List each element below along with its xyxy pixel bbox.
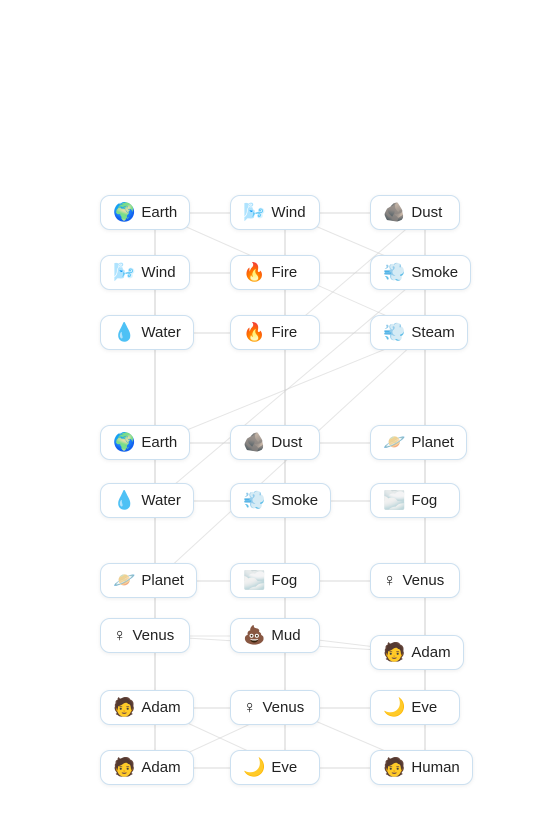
- node-emoji: 🌬️: [113, 262, 135, 283]
- node-emoji: ♀: [113, 625, 127, 646]
- node-smoke-n14[interactable]: 💨 Smoke: [230, 483, 331, 518]
- node-water-n13[interactable]: 💧 Water: [100, 483, 194, 518]
- node-wind-n2[interactable]: 🌬️ Wind: [230, 195, 320, 230]
- node-steam-n9[interactable]: 💨 Steam: [370, 315, 468, 350]
- node-eve-n24[interactable]: 🌙 Eve: [370, 690, 460, 725]
- node-eve-n26[interactable]: 🌙 Eve: [230, 750, 320, 785]
- node-emoji: 🧑: [113, 697, 135, 718]
- node-label: Water: [141, 324, 180, 341]
- node-label: Planet: [411, 434, 454, 451]
- node-emoji: 🧑: [113, 757, 135, 778]
- node-emoji: 🔥: [243, 322, 265, 343]
- node-emoji: 🌙: [383, 697, 405, 718]
- node-water-n7[interactable]: 💧 Water: [100, 315, 194, 350]
- node-label: Venus: [263, 699, 305, 716]
- node-smoke-n6[interactable]: 💨 Smoke: [370, 255, 471, 290]
- node-wind-n4[interactable]: 🌬️ Wind: [100, 255, 190, 290]
- node-mud-n20[interactable]: 💩 Mud: [230, 618, 320, 653]
- node-adam-n21[interactable]: 🧑 Adam: [370, 635, 464, 670]
- node-label: Earth: [141, 434, 177, 451]
- node-planet-n12[interactable]: 🪐 Planet: [370, 425, 467, 460]
- node-emoji: 💧: [113, 490, 135, 511]
- node-label: Venus: [403, 572, 445, 589]
- node-emoji: 🌫️: [383, 490, 405, 511]
- node-label: Dust: [411, 204, 442, 221]
- node-emoji: 🌬️: [243, 202, 265, 223]
- node-label: Venus: [133, 627, 175, 644]
- node-label: Eve: [411, 699, 437, 716]
- node-label: Dust: [271, 434, 302, 451]
- node-human-n27[interactable]: 🧑 Human: [370, 750, 473, 785]
- node-label: Steam: [411, 324, 454, 341]
- node-adam-n25[interactable]: 🧑 Adam: [100, 750, 194, 785]
- node-emoji: 💧: [113, 322, 135, 343]
- node-emoji: 🔥: [243, 262, 265, 283]
- node-venus-n23[interactable]: ♀ Venus: [230, 690, 320, 725]
- node-label: Water: [141, 492, 180, 509]
- node-earth-n10[interactable]: 🌍 Earth: [100, 425, 190, 460]
- node-emoji: 🌫️: [243, 570, 265, 591]
- node-label: Earth: [141, 204, 177, 221]
- nodes-container: 🌍 Earth 🌬️ Wind 🪨 Dust 🌬️ Wind 🔥 Fire 💨 Smoke 💧 Water…: [0, 0, 559, 825]
- node-emoji: 💩: [243, 625, 265, 646]
- node-dust-n11[interactable]: 🪨 Dust: [230, 425, 320, 460]
- node-label: Fire: [271, 324, 297, 341]
- node-emoji: 🧑: [383, 757, 405, 778]
- node-emoji: 💨: [243, 490, 265, 511]
- node-fog-n15[interactable]: 🌫️ Fog: [370, 483, 460, 518]
- node-emoji: 🪐: [383, 432, 405, 453]
- node-label: Fog: [411, 492, 437, 509]
- node-emoji: 🧑: [383, 642, 405, 663]
- node-emoji: ♀: [383, 570, 397, 591]
- node-venus-n19[interactable]: ♀ Venus: [100, 618, 190, 653]
- node-emoji: ♀: [243, 697, 257, 718]
- node-label: Mud: [271, 627, 300, 644]
- node-label: Wind: [271, 204, 305, 221]
- node-label: Smoke: [411, 264, 458, 281]
- node-emoji: 🪐: [113, 570, 135, 591]
- node-venus-n18[interactable]: ♀ Venus: [370, 563, 460, 598]
- node-label: Fog: [271, 572, 297, 589]
- node-emoji: 🌍: [113, 202, 135, 223]
- node-emoji: 🪨: [383, 202, 405, 223]
- node-label: Wind: [141, 264, 175, 281]
- node-label: Adam: [141, 759, 180, 776]
- node-adam-n22[interactable]: 🧑 Adam: [100, 690, 194, 725]
- node-emoji: 🪨: [243, 432, 265, 453]
- node-emoji: 💨: [383, 322, 405, 343]
- node-label: Adam: [411, 644, 450, 661]
- node-fire-n8[interactable]: 🔥 Fire: [230, 315, 320, 350]
- node-earth-n1[interactable]: 🌍 Earth: [100, 195, 190, 230]
- node-fire-n5[interactable]: 🔥 Fire: [230, 255, 320, 290]
- node-dust-n3[interactable]: 🪨 Dust: [370, 195, 460, 230]
- node-planet-n16[interactable]: 🪐 Planet: [100, 563, 197, 598]
- node-emoji: 🌙: [243, 757, 265, 778]
- node-label: Smoke: [271, 492, 318, 509]
- node-emoji: 🌍: [113, 432, 135, 453]
- node-emoji: 💨: [383, 262, 405, 283]
- node-fog-n17[interactable]: 🌫️ Fog: [230, 563, 320, 598]
- node-label: Eve: [271, 759, 297, 776]
- node-label: Fire: [271, 264, 297, 281]
- node-label: Planet: [141, 572, 184, 589]
- node-label: Adam: [141, 699, 180, 716]
- node-label: Human: [411, 759, 459, 776]
